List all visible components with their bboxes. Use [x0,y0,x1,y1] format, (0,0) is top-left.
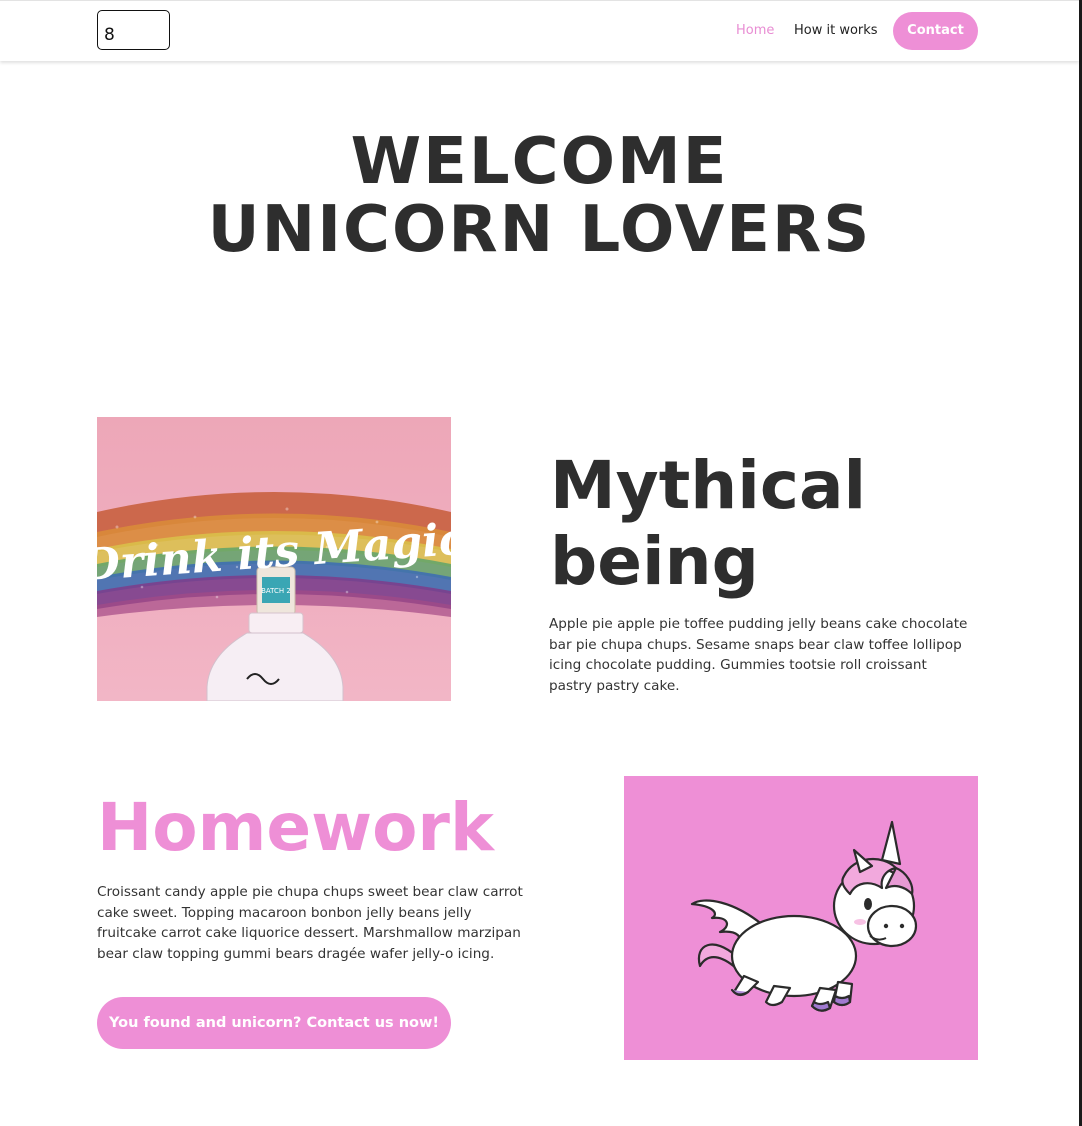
hero-title: WELCOME UNICORN LOVERS [0,128,1079,264]
section1-title: Mythical being [550,448,866,600]
nav-home-link[interactable]: Home [736,23,774,39]
site-logo[interactable]: 8 [97,10,170,50]
site-header: 8 Home How it works Contact [0,0,1079,61]
drink-magic-image: Drink its Magic BATCH 2 [97,417,451,701]
hero-title-line2: UNICORN LOVERS [207,193,872,267]
hero-title-line1: WELCOME [350,125,729,199]
contact-cta-button[interactable]: You found and unicorn? Contact us now! [97,997,451,1049]
section1-title-line1: Mythical [550,447,867,524]
glitter-rainbow-illustration: Drink its Magic BATCH 2 [97,492,451,701]
section2-title: Homework [97,789,494,866]
nav-how-it-works-link[interactable]: How it works [794,23,878,39]
section1-body-text: Apple pie apple pie toffee pudding jelly… [549,616,968,694]
nav-contact-button[interactable]: Contact [893,12,978,50]
section1-title-line2: being [550,523,759,600]
logo-text: 8 [104,25,115,45]
unicorn-icon [690,820,918,1012]
flying-unicorn-image [624,776,978,1060]
bottle-label: BATCH 2 [261,587,291,595]
section2-body-text: Croissant candy apple pie chupa chups sw… [97,884,523,962]
